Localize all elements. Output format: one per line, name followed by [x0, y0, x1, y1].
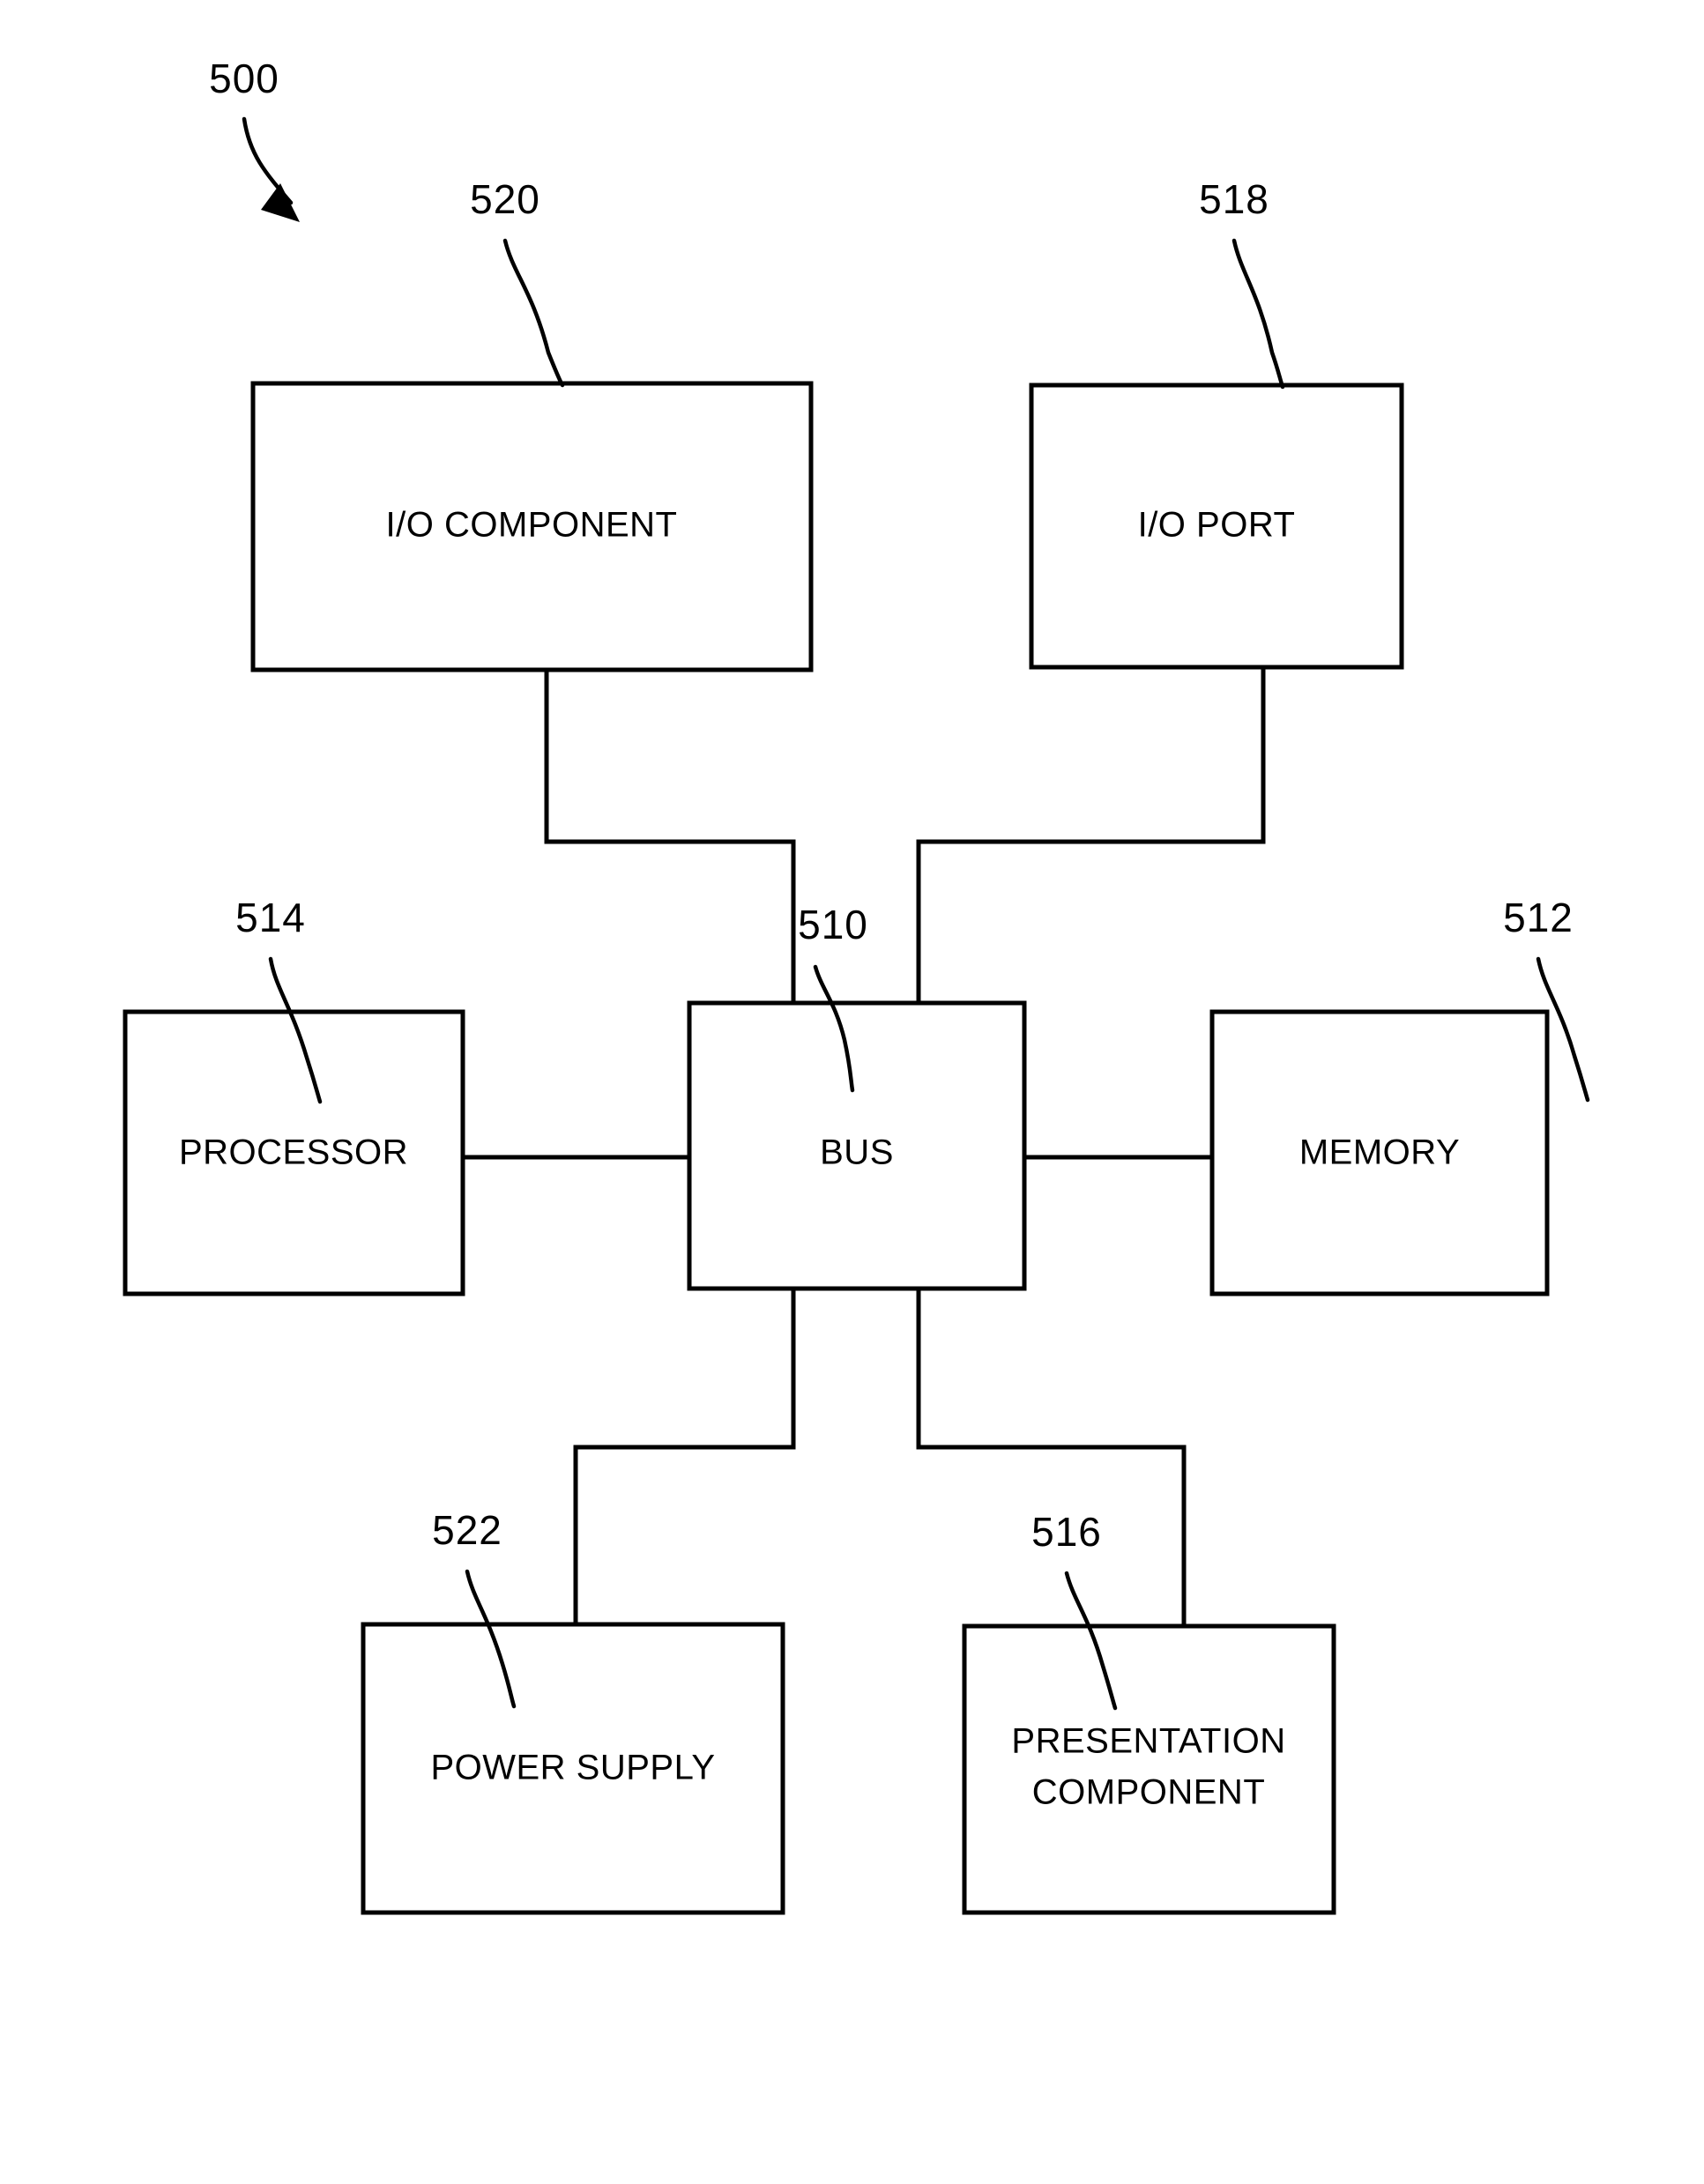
- block-label-memory: MEMORY: [1299, 1133, 1460, 1172]
- reference-numeral-518-group: 518: [1199, 176, 1285, 390]
- arrowhead-icon: [261, 183, 300, 222]
- block-io-port[interactable]: I/O PORT: [1029, 383, 1404, 670]
- reference-numeral-514: 514: [235, 895, 306, 940]
- box-presentation-component[interactable]: [962, 1623, 1336, 1915]
- block-power-supply[interactable]: POWER SUPPLY: [361, 1622, 785, 1915]
- leader-line-500: [242, 116, 294, 205]
- block-presentation-component[interactable]: PRESENTATION COMPONENT: [962, 1623, 1336, 1915]
- block-memory[interactable]: MEMORY: [1209, 1009, 1550, 1296]
- reference-numeral-510: 510: [798, 902, 868, 947]
- leader-line-520: [502, 238, 565, 388]
- block-label-bus: BUS: [820, 1133, 894, 1172]
- block-label-power-supply: POWER SUPPLY: [430, 1749, 715, 1787]
- reference-numeral-520-group: 520: [470, 176, 565, 388]
- block-label-presentation-component-line1: PRESENTATION: [1011, 1722, 1285, 1761]
- block-label-io-component: I/O COMPONENT: [386, 506, 678, 545]
- connector-io-port-to-bus: [916, 667, 1266, 1003]
- figure-number-500: 500: [209, 56, 279, 101]
- connector-io-component-to-bus: [544, 670, 796, 1003]
- block-diagram: I/O COMPONENT I/O PORT PROCESSOR BUS MEM…: [123, 56, 1590, 1915]
- figure-number-500-group: 500: [209, 56, 300, 222]
- block-bus[interactable]: BUS: [687, 1000, 1027, 1291]
- leader-line-518: [1231, 238, 1285, 390]
- reference-numeral-518: 518: [1199, 176, 1269, 222]
- reference-numeral-522: 522: [432, 1507, 502, 1553]
- block-io-component[interactable]: I/O COMPONENT: [250, 381, 814, 672]
- connector-bus-to-power-supply: [573, 1289, 796, 1624]
- block-processor[interactable]: PROCESSOR: [123, 1009, 465, 1296]
- block-label-processor: PROCESSOR: [179, 1133, 408, 1172]
- reference-numeral-512: 512: [1503, 895, 1574, 940]
- block-label-presentation-component-line2: COMPONENT: [1032, 1773, 1266, 1812]
- reference-numeral-520: 520: [470, 176, 540, 222]
- reference-numeral-516: 516: [1031, 1509, 1102, 1555]
- connector-bus-to-presentation-component: [916, 1289, 1187, 1626]
- block-label-io-port: I/O PORT: [1138, 506, 1296, 545]
- patent-figure-canvas: I/O COMPONENT I/O PORT PROCESSOR BUS MEM…: [0, 0, 1704, 2184]
